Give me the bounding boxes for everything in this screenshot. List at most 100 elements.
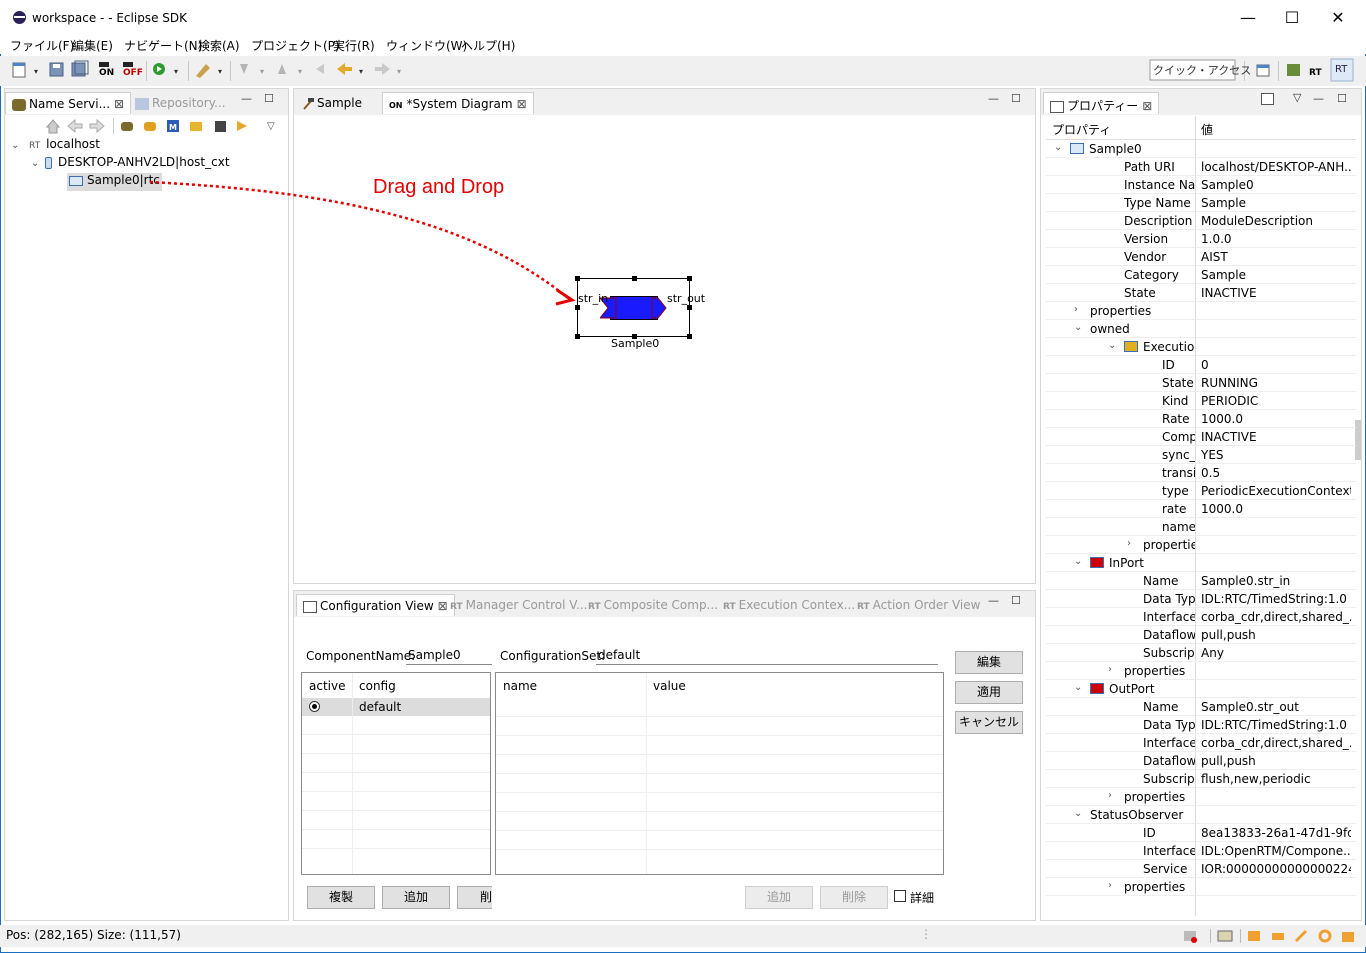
- chevron-down-icon[interactable]: ⌄: [1054, 142, 1062, 153]
- property-row[interactable]: › properties: [1046, 788, 1356, 806]
- close-icon[interactable]: ⊠: [114, 97, 124, 111]
- tab-repository[interactable]: Repository...: [129, 92, 232, 114]
- save-all-icon[interactable]: [71, 60, 89, 77]
- property-row[interactable]: Data Type IDL:RTC/TimedString:1.0: [1046, 716, 1356, 734]
- property-row[interactable]: Data Type IDL:RTC/TimedString:1.0: [1046, 590, 1356, 608]
- menu-help[interactable]: ヘルプ(H): [461, 37, 515, 54]
- property-row[interactable]: transition 0.5: [1046, 464, 1356, 482]
- quick-access-field[interactable]: クイック・アクセス: [1153, 62, 1251, 78]
- chevron-right-icon[interactable]: ›: [1108, 664, 1112, 675]
- home-icon[interactable]: [45, 119, 61, 134]
- online-icon[interactable]: ON: [99, 62, 114, 78]
- resize-handle[interactable]: [632, 276, 637, 281]
- tab-configuration-view[interactable]: Configuration View ⊠: [296, 594, 455, 616]
- forward-icon[interactable]: ▾: [375, 63, 401, 76]
- property-row[interactable]: Interface Typ IDL:OpenRTM/Compone...: [1046, 842, 1356, 860]
- tab-sample[interactable]: Sample: [296, 92, 368, 114]
- property-row[interactable]: Version 1.0.0: [1046, 230, 1356, 248]
- property-row[interactable]: ID 0: [1046, 356, 1356, 374]
- add-config-button[interactable]: 追加: [382, 886, 450, 909]
- menu-file[interactable]: ファイル(F): [10, 37, 74, 54]
- minimize-view-icon[interactable]: —: [241, 92, 252, 105]
- briefcase-icon[interactable]: [1342, 932, 1354, 942]
- active-radio[interactable]: [309, 701, 320, 712]
- tab-name-service[interactable]: Name Servi... ⊠: [5, 92, 132, 114]
- tool-icon[interactable]: ▾: [196, 64, 222, 78]
- rt-perspective-button[interactable]: RT: [1335, 64, 1347, 75]
- component-name-field[interactable]: Sample0: [406, 647, 492, 665]
- property-row[interactable]: Type Name Sample: [1046, 194, 1356, 212]
- resize-handle[interactable]: [575, 305, 580, 310]
- menu-window[interactable]: ウィンドウ(W): [386, 37, 467, 54]
- property-row[interactable]: Dataflow Typ pull,push: [1046, 626, 1356, 644]
- maximize-view-icon[interactable]: ☐: [264, 92, 274, 105]
- property-row[interactable]: ⌄ Sample0: [1046, 140, 1356, 158]
- tab-system-diagram[interactable]: ON *System Diagram ⊠: [382, 92, 534, 114]
- property-row[interactable]: Vendor AIST: [1046, 248, 1356, 266]
- maximize-view-icon[interactable]: ☐: [1011, 594, 1021, 607]
- menu-navigate[interactable]: ナビゲート(N): [124, 37, 202, 54]
- property-row[interactable]: › propertie: [1046, 536, 1356, 554]
- book-icon[interactable]: [1248, 931, 1260, 941]
- prev-annotation-icon[interactable]: ▾: [278, 64, 302, 76]
- save-icon[interactable]: [49, 62, 64, 77]
- menu-edit[interactable]: 編集(E): [72, 37, 113, 54]
- property-row[interactable]: Rate 1000.0: [1046, 410, 1356, 428]
- property-row[interactable]: › properties: [1046, 662, 1356, 680]
- property-row[interactable]: State RUNNING: [1046, 374, 1356, 392]
- tab-composite-component[interactable]: RT Composite Comp...: [582, 594, 724, 616]
- close-icon[interactable]: ⊠: [1142, 99, 1152, 113]
- property-row[interactable]: ⌄ owned: [1046, 320, 1356, 338]
- tree-localhost[interactable]: ⌄ RT localhost: [11, 137, 100, 155]
- close-button[interactable]: ✕: [1323, 9, 1353, 27]
- property-row[interactable]: ⌄ ExecutionCor: [1046, 338, 1356, 356]
- property-row[interactable]: ⌄ OutPort: [1046, 680, 1356, 698]
- tab-manager-control[interactable]: RT Manager Control V...: [444, 594, 593, 616]
- property-row[interactable]: State INACTIVE: [1046, 284, 1356, 302]
- minimize-view-icon[interactable]: —: [988, 594, 999, 607]
- chevron-right-icon[interactable]: ›: [1108, 880, 1112, 891]
- copy-button[interactable]: 複製: [307, 886, 375, 909]
- property-row[interactable]: sync_tran YES: [1046, 446, 1356, 464]
- menu-project[interactable]: プロジェクト(P): [251, 37, 340, 54]
- error-log-icon[interactable]: [1184, 931, 1197, 943]
- view-menu-icon[interactable]: ▽: [1293, 91, 1301, 104]
- chevron-down-icon[interactable]: ⌄: [1074, 556, 1082, 567]
- property-row[interactable]: Interface Typ corba_cdr,direct,shared_...: [1046, 608, 1356, 626]
- chevron-down-icon[interactable]: ⌄: [1108, 340, 1116, 351]
- property-row[interactable]: › properties: [1046, 878, 1356, 896]
- java-perspective-icon[interactable]: [1287, 64, 1300, 76]
- property-row[interactable]: ⌄ StatusObserver: [1046, 806, 1356, 824]
- close-icon[interactable]: ⊠: [517, 97, 527, 111]
- add-param-button[interactable]: 追加: [745, 886, 813, 909]
- property-row[interactable]: type PeriodicExecutionContext: [1046, 482, 1356, 500]
- add-name-server-icon[interactable]: [121, 122, 133, 131]
- property-row[interactable]: Instance Name Sample0: [1046, 176, 1356, 194]
- menu-search[interactable]: 検索(A): [198, 37, 240, 54]
- back-nav-icon[interactable]: [67, 118, 83, 134]
- rt-system-perspective-icon[interactable]: RT: [1309, 68, 1323, 78]
- cancel-button[interactable]: キャンセル: [955, 711, 1023, 734]
- apply-button[interactable]: 適用: [955, 681, 1023, 704]
- resize-handle[interactable]: [687, 305, 692, 310]
- pencil-icon[interactable]: [1294, 929, 1308, 943]
- property-row[interactable]: Path URI localhost/DESKTOP-ANH...: [1046, 158, 1356, 176]
- view-menu-icon[interactable]: ▽: [267, 121, 275, 132]
- manager-icon[interactable]: M: [167, 120, 179, 132]
- resize-handle[interactable]: [575, 334, 580, 339]
- detail-checkbox[interactable]: [894, 890, 906, 902]
- resize-handle[interactable]: [575, 276, 580, 281]
- maximize-view-icon[interactable]: ☐: [1011, 92, 1021, 105]
- run-icon[interactable]: ▾: [153, 63, 178, 76]
- last-edit-icon[interactable]: [316, 64, 324, 74]
- tab-properties[interactable]: プロパティー ⊠: [1043, 92, 1160, 114]
- edit-button[interactable]: 編集: [955, 651, 1023, 674]
- property-row[interactable]: Kind PERIODIC: [1046, 392, 1356, 410]
- forward-nav-icon[interactable]: [89, 118, 105, 134]
- property-row[interactable]: ID 8ea13833-26a1-47d1-9fd...: [1046, 824, 1356, 842]
- chevron-right-icon[interactable]: ›: [1108, 790, 1112, 801]
- delete-config-button[interactable]: 削: [457, 886, 492, 909]
- chevron-down-icon[interactable]: ⌄: [1074, 808, 1082, 819]
- tree-host-context[interactable]: ⌄ DESKTOP-ANHV2LD|host_cxt: [31, 155, 230, 173]
- connect-icon[interactable]: [190, 122, 202, 131]
